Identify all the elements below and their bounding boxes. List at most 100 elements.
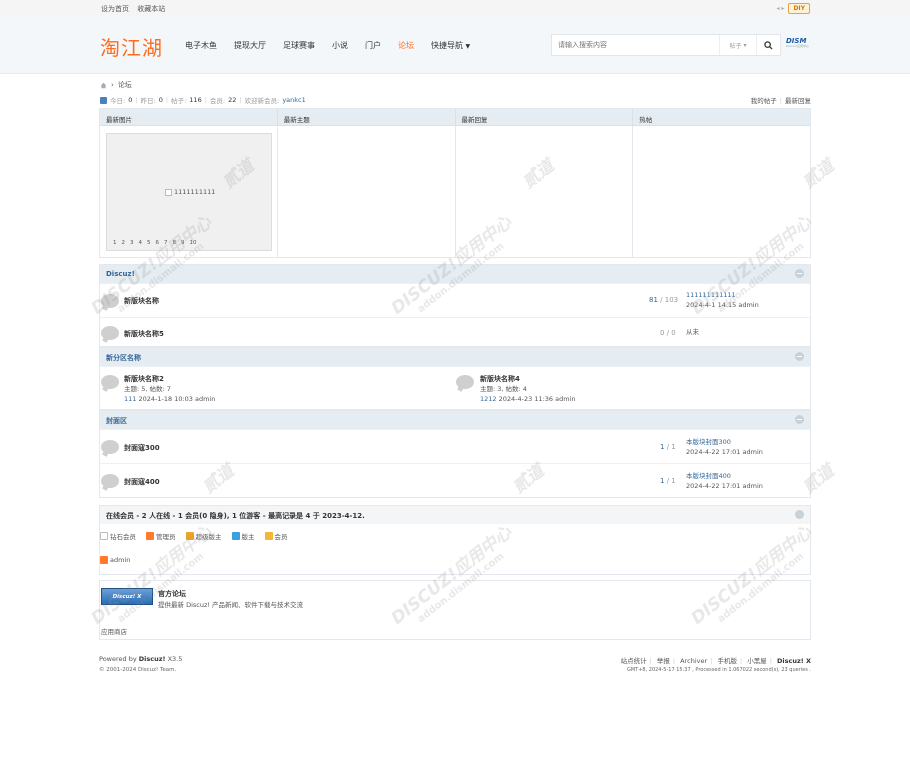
stats-chart-icon (100, 96, 107, 104)
breadcrumb-current[interactable]: 论坛 (118, 80, 132, 90)
diamond-member-icon (100, 532, 108, 540)
footer-link-archiver[interactable]: Archiver (680, 657, 707, 665)
image-slideshow[interactable]: 1111111111 1 2 3 4 5 6 7 8 9 10 (106, 133, 272, 251)
grid-col-hot (633, 126, 810, 258)
footer-link-stats[interactable]: 站点统计 (621, 657, 647, 665)
link-desc: 提供最新 Discuz! 产品新闻、软件下载与技术交流 (158, 601, 304, 609)
admin-icon (100, 556, 108, 564)
moderator-icon (231, 532, 240, 540)
online-member[interactable]: admin (100, 556, 130, 564)
category-title-text[interactable]: 新分区名称 (106, 354, 141, 362)
slide-page[interactable]: 7 (164, 240, 168, 246)
category-title-text[interactable]: Discuz! (106, 270, 135, 278)
forum-substats: 主题: 3, 帖数: 4 1212 2024-4-23 11:36 admin (480, 384, 576, 404)
forum-icon (456, 375, 474, 389)
online-member-name[interactable]: admin (110, 556, 130, 564)
slide-page[interactable]: 3 (130, 240, 134, 246)
my-posts-link[interactable]: 我的帖子 (751, 97, 777, 105)
nav-item-forum[interactable]: 论坛 (398, 40, 414, 51)
legend-label: 钻石会员 (110, 533, 136, 541)
tab-latest-images[interactable]: 最新图片 (100, 109, 278, 125)
last-post-title[interactable]: 本版块封面300 (686, 438, 731, 446)
bookmark-link[interactable]: 收藏本站 (137, 5, 165, 13)
forum-name[interactable]: 新版块名称 (124, 296, 159, 306)
online-title: 在线会员 - 2 人在线 - 1 会员(0 隐身), 1 位游客 - 最高记录是… (100, 506, 810, 524)
category-title-text[interactable]: 封面区 (106, 417, 127, 425)
last-post-title[interactable]: 本版块封面400 (686, 472, 731, 480)
footer-link-blackroom[interactable]: 小黑屋 (747, 657, 767, 665)
tab-latest-threads[interactable]: 最新主题 (278, 109, 456, 125)
collapse-icon[interactable] (795, 415, 804, 424)
slide-page[interactable]: 10 (190, 240, 197, 246)
post-count: 1 (671, 477, 676, 485)
home-icon[interactable] (100, 82, 107, 89)
forum-name[interactable]: 封面寇400 (124, 477, 160, 487)
forum-name[interactable]: 新版块名称2 (124, 374, 164, 384)
category-discuz: Discuz! 新版块名称 81 / 103 111111111111 2024-… (99, 264, 811, 347)
footer-link-mobile[interactable]: 手机版 (717, 657, 737, 665)
thread-count: 1 (660, 477, 665, 485)
link-title[interactable]: 官方论坛 (158, 589, 186, 599)
nav-item-portal[interactable]: 门户 (365, 40, 381, 51)
slide-page[interactable]: 8 (173, 240, 177, 246)
today-count: 0 (128, 96, 133, 104)
forum-grid: 最新图片 最新主题 最新回复 热帖 1111111111 1 2 3 4 5 6… (99, 108, 811, 258)
post-count: 1 (671, 443, 676, 451)
site-logo[interactable]: 淘江湖 (100, 32, 163, 61)
last-post-title[interactable]: 111111111111 (686, 291, 736, 299)
nav-item-novel[interactable]: 小说 (332, 40, 348, 51)
nav-item-football[interactable]: 足球赛事 (283, 40, 315, 51)
app-store-link[interactable]: 应用商店 (101, 626, 127, 636)
slide-page[interactable]: 5 (147, 240, 151, 246)
nav-item-muyu[interactable]: 电子木鱼 (185, 40, 217, 51)
search-type-select[interactable]: 帖子 ▾ (719, 35, 756, 55)
forum-row: 新版块名称5 0 / 0 从未 (100, 317, 810, 347)
post-count: 103 (664, 296, 679, 304)
powered-name[interactable]: Discuz! (139, 655, 166, 663)
slide-page[interactable]: 6 (156, 240, 160, 246)
set-home-link[interactable]: 设为首页 (101, 5, 129, 13)
last-post-title[interactable]: 111 (124, 395, 136, 403)
switch-arrows-icon[interactable]: ◂ ▸ (777, 5, 785, 12)
collapse-icon[interactable] (795, 510, 804, 519)
forum-icon (101, 375, 119, 389)
footer-meta: GMT+8, 2024-5-17 15:37 , Processed in 1.… (626, 667, 811, 673)
forum-counts: 81 / 103 (649, 296, 679, 304)
forum-name[interactable]: 新版块名称4 (480, 374, 520, 384)
forum-name[interactable]: 封面寇300 (124, 443, 160, 453)
nav-item-quicknav[interactable]: 快捷导航 ▼ (431, 40, 470, 51)
thread-count: 1 (660, 443, 665, 451)
collapse-icon[interactable] (795, 352, 804, 361)
dism-brand-sub: Discuz!应用中心 (786, 44, 810, 48)
slide-page[interactable]: 9 (181, 240, 185, 246)
nav-item-withdraw[interactable]: 提现大厅 (234, 40, 266, 51)
last-post-meta: 2024-4-22 17:01 admin (686, 448, 763, 456)
footer-brand[interactable]: Discuz! X (777, 657, 811, 665)
today-label: 今日: (110, 97, 126, 105)
grid-header: 最新图片 最新主题 最新回复 热帖 (100, 109, 810, 126)
discuz-banner[interactable]: Discuz! X (101, 588, 153, 605)
search-input[interactable] (552, 35, 719, 55)
newest-member-link[interactable]: yankc1 (282, 96, 305, 104)
diy-button[interactable]: DIY (788, 3, 810, 14)
forum-name[interactable]: 新版块名称5 (124, 329, 164, 339)
last-post-title[interactable]: 1212 (480, 395, 497, 403)
slide-page[interactable]: 2 (122, 240, 126, 246)
collapse-icon[interactable] (795, 269, 804, 278)
slide-image[interactable]: 1111111111 (165, 188, 215, 196)
latest-replies-link[interactable]: 最新回复 (785, 97, 811, 105)
powered-prefix: Powered by (99, 655, 137, 663)
footer-link-report[interactable]: 举报 (657, 657, 670, 665)
online-title-text[interactable]: 在线会员 - 2 人在线 - 1 会员(0 隐身), 1 位游客 - 最高记录是… (106, 512, 365, 520)
tab-latest-replies[interactable]: 最新回复 (456, 109, 634, 125)
thread-count: 81 (649, 296, 658, 304)
tab-hot-threads[interactable]: 热帖 (633, 109, 810, 125)
forum-icon (101, 326, 119, 340)
broken-image-icon (165, 188, 172, 196)
slide-page[interactable]: 1 (113, 240, 117, 246)
forum-row: 新版块名称 81 / 103 111111111111 2024-4-1 14:1… (100, 283, 810, 317)
dism-brand-logo[interactable]: DISM Discuz!应用中心 (786, 37, 811, 53)
search-button[interactable] (756, 35, 780, 55)
slide-page[interactable]: 4 (139, 240, 143, 246)
top-links: 设为首页 收藏本站 (101, 4, 171, 14)
